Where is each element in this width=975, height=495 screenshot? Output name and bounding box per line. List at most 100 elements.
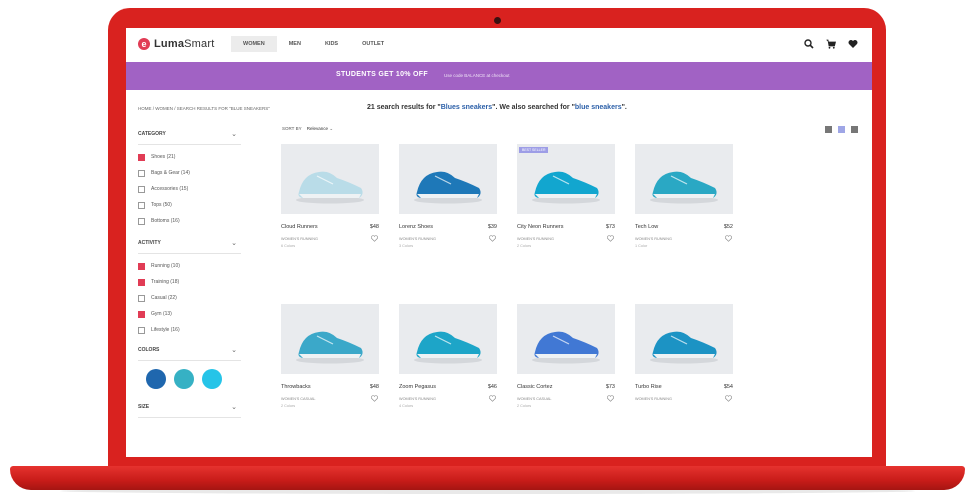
main-nav: Women Men Kids Outlet xyxy=(231,36,396,52)
checkbox[interactable] xyxy=(138,169,145,177)
product-image[interactable] xyxy=(399,304,497,374)
product-colors-count: 2 Colors xyxy=(517,244,532,248)
product-category: Women's Running xyxy=(281,237,319,241)
chevron-down-icon: ⌄ xyxy=(231,404,237,411)
checkbox[interactable] xyxy=(138,326,145,334)
filter-option[interactable]: Bottoms (16) xyxy=(138,213,241,229)
cart-icon[interactable] xyxy=(826,39,836,49)
checkbox[interactable] xyxy=(138,262,145,270)
product-image[interactable] xyxy=(281,144,379,214)
product-card[interactable]: Cloud Runners $48 Women's Running 6 Colors xyxy=(281,144,381,254)
facet-header-size[interactable]: Size ⌄ xyxy=(138,397,241,418)
heart-icon[interactable] xyxy=(371,395,378,402)
product-colors-count: 2 Colors xyxy=(281,404,296,408)
nav-item-men[interactable]: Men xyxy=(277,36,313,52)
facet-header-activity[interactable]: Activity ⌄ xyxy=(138,233,241,254)
sort-control[interactable]: SORT BY Relevance ⌄ xyxy=(282,126,333,132)
heart-icon[interactable] xyxy=(371,235,378,242)
heart-icon[interactable] xyxy=(848,39,858,49)
filter-option[interactable]: Bags & Gear (14) xyxy=(138,165,241,181)
product-name[interactable]: Classic Cortez xyxy=(517,384,552,390)
logo-mark: e xyxy=(138,38,150,50)
product-image[interactable] xyxy=(281,304,379,374)
product-card[interactable]: Classic Cortez $73 Women's Casual 2 Colors xyxy=(517,304,617,414)
product-name[interactable]: Turbo Rise xyxy=(635,384,662,390)
heart-icon[interactable] xyxy=(607,395,614,402)
checkbox[interactable] xyxy=(138,278,145,286)
checkbox[interactable] xyxy=(138,153,145,161)
screen: e LumaSmart Women Men Kids Outlet STUDEN… xyxy=(126,28,872,457)
product-image[interactable] xyxy=(517,304,615,374)
nav-item-outlet[interactable]: Outlet xyxy=(350,36,396,52)
checkbox[interactable] xyxy=(138,310,145,318)
checkbox[interactable] xyxy=(138,185,145,193)
product-category: Women's Running xyxy=(399,237,437,241)
nav-item-kids[interactable]: Kids xyxy=(313,36,350,52)
product-category: Women's Running xyxy=(635,397,673,401)
nav-item-women[interactable]: Women xyxy=(231,36,277,52)
product-badge: Best Seller xyxy=(519,147,549,153)
heart-icon[interactable] xyxy=(607,235,614,242)
filter-option[interactable]: Gym (13) xyxy=(138,306,241,322)
filter-option[interactable]: Running (10) xyxy=(138,258,241,274)
product-price: $48 xyxy=(369,384,379,390)
product-name[interactable]: Cloud Runners xyxy=(281,224,318,230)
product-card[interactable]: Best Seller City Neon Runners $73 Women's R… xyxy=(517,144,617,254)
filter-option[interactable]: Casual (22) xyxy=(138,290,241,306)
product-card[interactable]: Tech Low $52 Women's Running 1 Color xyxy=(635,144,735,254)
promo-title: STUDENTS GET 10% OFF xyxy=(336,71,428,78)
heart-icon[interactable] xyxy=(489,235,496,242)
heart-icon[interactable] xyxy=(725,395,732,402)
site-header: e LumaSmart Women Men Kids Outlet xyxy=(126,28,872,60)
logo-text: LumaSmart xyxy=(154,38,215,50)
color-swatch[interactable] xyxy=(174,369,194,389)
product-colors-count: 4 Colors xyxy=(399,404,414,408)
product-card[interactable]: Zoom Pegasus $46 Women's Running 4 Colors xyxy=(399,304,499,414)
facet-size: Size ⌄ xyxy=(138,397,241,418)
filter-option[interactable]: Lifestyle (16) xyxy=(138,322,241,338)
suggested-query-link[interactable]: blue sneakers xyxy=(575,104,622,111)
filter-option[interactable]: Accessories (15) xyxy=(138,181,241,197)
color-swatch[interactable] xyxy=(146,369,166,389)
product-category: Women's Running xyxy=(517,237,555,241)
product-card[interactable]: Turbo Rise $54 Women's Running xyxy=(635,304,735,414)
product-card[interactable]: Lorenz Shoes $39 Women's Running 3 Colors xyxy=(399,144,499,254)
product-image[interactable] xyxy=(399,144,497,214)
grid-view-icon[interactable] xyxy=(838,126,845,133)
breadcrumb[interactable]: HOME / WOMEN / SEARCH RESULTS FOR "BLUE … xyxy=(138,106,270,111)
search-icon[interactable] xyxy=(804,39,814,49)
facet-title: Colors xyxy=(138,347,160,353)
facet-header-category[interactable]: Category ⌄ xyxy=(138,124,241,145)
filter-option[interactable]: Shoes (21) xyxy=(138,149,241,165)
product-image[interactable] xyxy=(635,144,733,214)
compact-grid-icon[interactable] xyxy=(851,126,858,133)
product-category: Women's Running xyxy=(635,237,673,241)
product-name[interactable]: City Neon Runners xyxy=(517,224,563,230)
heart-icon[interactable] xyxy=(489,395,496,402)
product-price: $46 xyxy=(487,384,497,390)
sneaker-image xyxy=(296,331,364,364)
product-colors-count: 1 Color xyxy=(635,244,648,248)
product-card[interactable]: Throwbacks $48 Women's Casual 2 Colors xyxy=(281,304,381,414)
product-image[interactable] xyxy=(635,304,733,374)
product-name[interactable]: Tech Low xyxy=(635,224,658,230)
sneaker-image xyxy=(414,171,482,204)
product-image[interactable]: Best Seller xyxy=(517,144,615,214)
filter-option[interactable]: Training (18) xyxy=(138,274,241,290)
promo-banner[interactable]: STUDENTS GET 10% OFF Use code BALANCE at… xyxy=(126,62,872,90)
product-name[interactable]: Lorenz Shoes xyxy=(399,224,433,230)
list-view-icon[interactable] xyxy=(825,126,832,133)
facet-title: Size xyxy=(138,404,150,410)
filter-option[interactable]: Tops (50) xyxy=(138,197,241,213)
facet-header-colors[interactable]: Colors ⌄ xyxy=(138,340,241,361)
logo[interactable]: e LumaSmart xyxy=(138,37,214,51)
product-name[interactable]: Zoom Pegasus xyxy=(399,384,436,390)
checkbox[interactable] xyxy=(138,201,145,209)
sort-select[interactable]: Relevance xyxy=(307,126,328,131)
checkbox[interactable] xyxy=(138,217,145,225)
facet-colors: Colors ⌄ xyxy=(138,340,241,397)
color-swatch[interactable] xyxy=(202,369,222,389)
checkbox[interactable] xyxy=(138,294,145,302)
product-name[interactable]: Throwbacks xyxy=(281,384,311,390)
heart-icon[interactable] xyxy=(725,235,732,242)
